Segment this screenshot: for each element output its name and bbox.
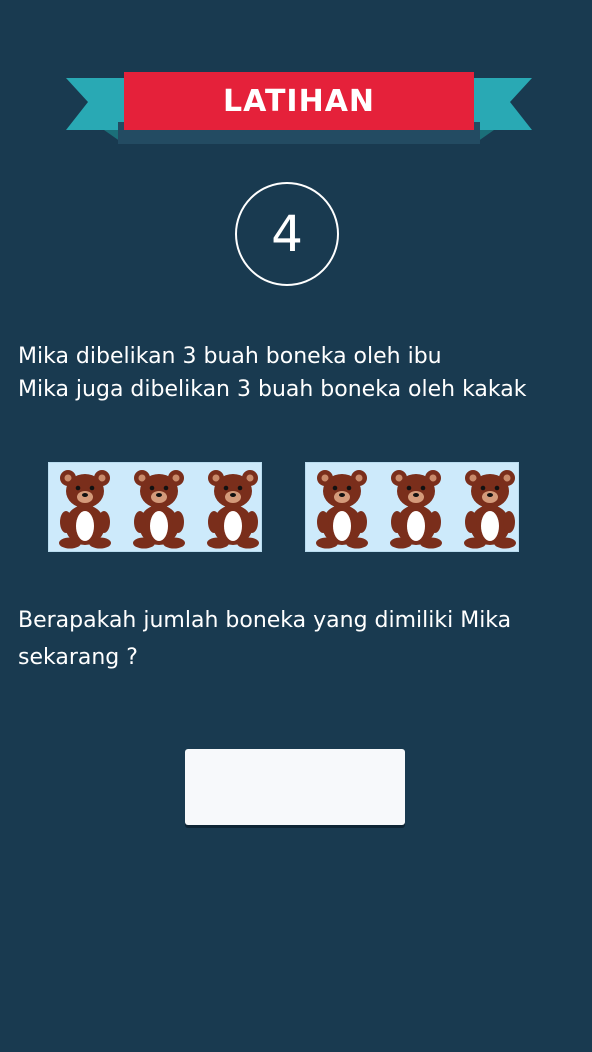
title-banner: LATIHAN — [66, 70, 532, 146]
teddy-bear-icon — [460, 467, 520, 549]
bear-group-1 — [48, 462, 262, 552]
question-line-2: sekarang ? — [18, 645, 138, 670]
teddy-bear-icon — [312, 467, 372, 549]
teddy-bear-icon — [203, 467, 263, 549]
story-line-2: Mika juga dibelikan 3 buah boneka oleh k… — [18, 377, 527, 402]
story-line-1: Mika dibelikan 3 buah boneka oleh ibu — [18, 344, 442, 369]
teddy-bear-icon — [55, 467, 115, 549]
teddy-bear-icon — [129, 467, 189, 549]
question-line-1: Berapakah jumlah boneka yang dimiliki Mi… — [18, 608, 512, 633]
banner-title: LATIHAN — [222, 84, 376, 119]
bear-group-2 — [305, 462, 519, 552]
answer-input[interactable] — [185, 749, 405, 825]
teddy-bear-icon — [386, 467, 446, 549]
question-number: 4 — [235, 182, 339, 286]
